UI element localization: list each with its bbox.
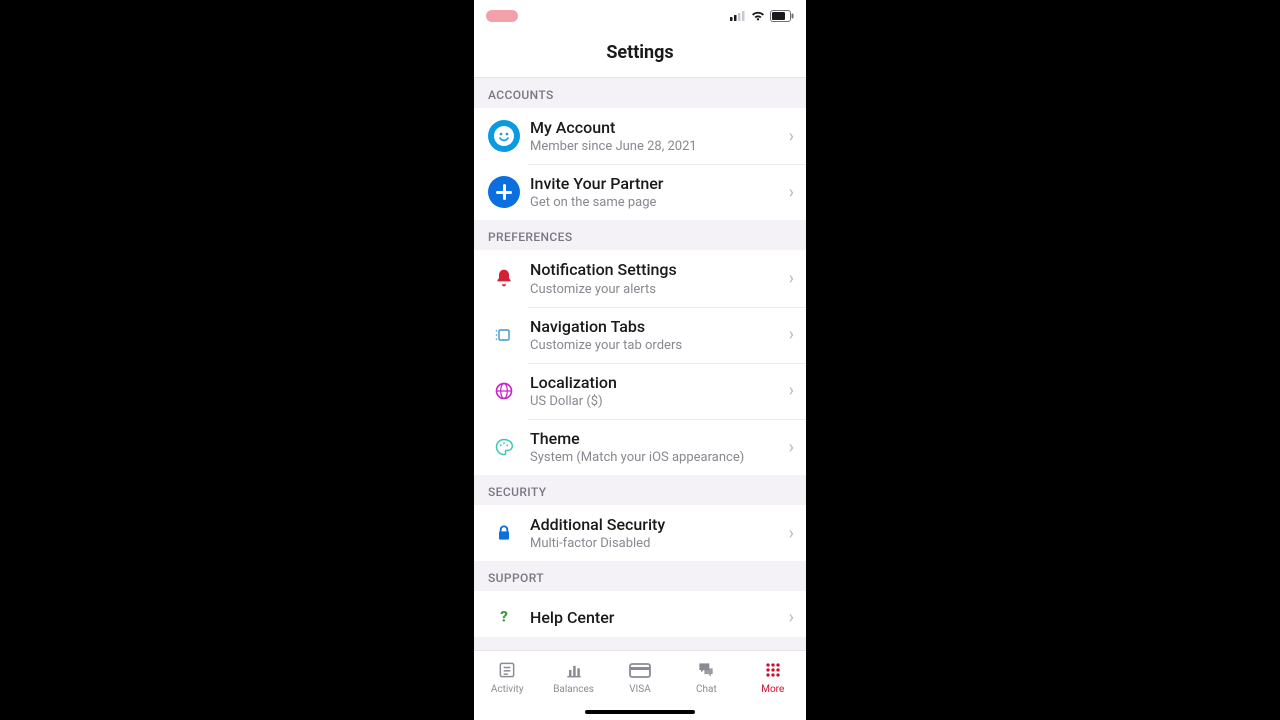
- cellular-icon: [730, 11, 746, 21]
- row-title: Theme: [530, 429, 783, 448]
- row-title: Notification Settings: [530, 260, 783, 279]
- chevron-right-icon: ›: [783, 182, 794, 203]
- list-security: Additional Security Multi-factor Disable…: [474, 505, 806, 561]
- row-additional-security[interactable]: Additional Security Multi-factor Disable…: [474, 505, 806, 561]
- avatar-icon: [488, 120, 520, 152]
- section-header-accounts: ACCOUNTS: [474, 78, 806, 108]
- row-sub: System (Match your iOS appearance): [530, 450, 783, 465]
- chat-icon: [694, 659, 718, 681]
- row-title: Navigation Tabs: [530, 317, 783, 336]
- row-theme[interactable]: Theme System (Match your iOS appearance)…: [474, 419, 806, 475]
- row-title: My Account: [530, 118, 783, 137]
- tab-visa[interactable]: VISA: [610, 659, 670, 695]
- row-sub: Customize your tab orders: [530, 338, 783, 353]
- tab-label: Balances: [553, 684, 594, 695]
- tab-label: Chat: [696, 684, 717, 695]
- svg-text:?: ?: [500, 608, 508, 626]
- page-title: Settings: [474, 42, 806, 63]
- bell-icon: [488, 262, 520, 294]
- question-icon: ?: [488, 601, 520, 633]
- tab-balances[interactable]: Balances: [544, 659, 604, 695]
- row-title: Localization: [530, 373, 783, 392]
- status-bar: [474, 0, 806, 32]
- row-sub: Get on the same page: [530, 195, 783, 210]
- chevron-right-icon: ›: [783, 268, 794, 289]
- card-icon: [628, 659, 652, 681]
- row-title: Invite Your Partner: [530, 174, 783, 193]
- chevron-right-icon: ›: [783, 607, 794, 628]
- lock-icon: [488, 517, 520, 549]
- grid-dots-icon: [761, 659, 785, 681]
- row-title: Help Center: [530, 608, 783, 627]
- chevron-right-icon: ›: [783, 126, 794, 147]
- tab-label: Activity: [491, 684, 524, 695]
- row-invite-partner[interactable]: Invite Your Partner Get on the same page…: [474, 164, 806, 220]
- section-header-preferences: PREFERENCES: [474, 220, 806, 250]
- row-sub: Customize your alerts: [530, 282, 783, 297]
- tab-label: VISA: [629, 684, 651, 695]
- list-accounts: My Account Member since June 28, 2021 › …: [474, 108, 806, 220]
- row-sub: Member since June 28, 2021: [530, 139, 783, 154]
- row-title: Additional Security: [530, 515, 783, 534]
- list-icon: [495, 659, 519, 681]
- tab-label: More: [761, 684, 784, 695]
- tab-chat[interactable]: Chat: [676, 659, 736, 695]
- list-support: ? Help Center ›: [474, 591, 806, 637]
- section-header-support: SUPPORT: [474, 561, 806, 591]
- row-localization[interactable]: Localization US Dollar ($) ›: [474, 363, 806, 419]
- chevron-right-icon: ›: [783, 437, 794, 458]
- status-icons: [730, 10, 794, 22]
- row-sub: Multi-factor Disabled: [530, 536, 783, 551]
- nav-header: Settings: [474, 32, 806, 78]
- battery-icon: [770, 10, 794, 22]
- tabs-icon: [488, 319, 520, 351]
- time-pill: [486, 10, 518, 22]
- bar-chart-icon: [562, 659, 586, 681]
- tab-more[interactable]: More: [743, 659, 803, 695]
- plus-circle-icon: [488, 176, 520, 208]
- chevron-right-icon: ›: [783, 324, 794, 345]
- phone-frame: Settings ACCOUNTS My Account Member sinc…: [474, 0, 806, 720]
- row-navigation-tabs[interactable]: Navigation Tabs Customize your tab order…: [474, 307, 806, 363]
- settings-scroll[interactable]: ACCOUNTS My Account Member since June 28…: [474, 78, 806, 650]
- chevron-right-icon: ›: [783, 523, 794, 544]
- tab-bar: Activity Balances VISA Chat: [474, 650, 806, 720]
- chevron-right-icon: ›: [783, 380, 794, 401]
- section-header-security: SECURITY: [474, 475, 806, 505]
- row-my-account[interactable]: My Account Member since June 28, 2021 ›: [474, 108, 806, 164]
- home-indicator[interactable]: [585, 710, 695, 714]
- list-preferences: Notification Settings Customize your ale…: [474, 250, 806, 475]
- row-help-center[interactable]: ? Help Center ›: [474, 591, 806, 637]
- row-sub: US Dollar ($): [530, 394, 783, 409]
- wifi-icon: [750, 10, 766, 22]
- globe-icon: [488, 375, 520, 407]
- row-notification-settings[interactable]: Notification Settings Customize your ale…: [474, 250, 806, 306]
- palette-icon: [488, 431, 520, 463]
- tab-activity[interactable]: Activity: [477, 659, 537, 695]
